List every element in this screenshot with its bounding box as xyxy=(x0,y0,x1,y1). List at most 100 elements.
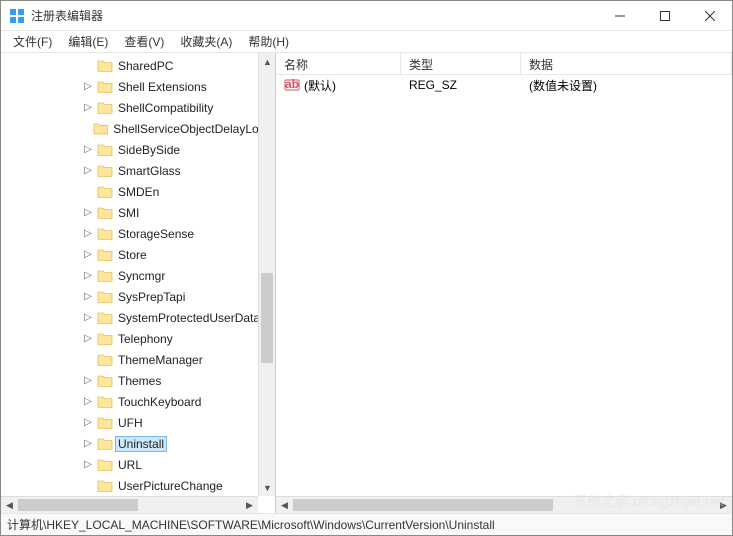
folder-icon xyxy=(97,163,113,179)
folder-icon xyxy=(97,289,113,305)
window-controls xyxy=(597,1,732,30)
tree-item[interactable]: ThemeManager xyxy=(1,349,275,370)
scroll-down-button[interactable]: ▼ xyxy=(259,479,276,496)
tree-label[interactable]: Shell Extensions xyxy=(115,79,210,95)
chevron-right-icon[interactable]: ▷ xyxy=(81,416,95,430)
tree-item[interactable]: ▷ SysPrepTapi xyxy=(1,286,275,307)
chevron-right-icon[interactable]: ▷ xyxy=(81,206,95,220)
tree-label[interactable]: SmartGlass xyxy=(115,163,184,179)
tree-label[interactable]: SysPrepTapi xyxy=(115,289,188,305)
chevron-right-icon[interactable]: ▷ xyxy=(81,437,95,451)
string-value-icon: ab xyxy=(284,77,300,93)
tree-label[interactable]: Telephony xyxy=(115,331,176,347)
tree-item[interactable]: ▷ URL xyxy=(1,454,275,475)
tree-item[interactable]: ▷ Syncmgr xyxy=(1,265,275,286)
tree-label[interactable]: StorageSense xyxy=(115,226,197,242)
scroll-left-button[interactable]: ◀ xyxy=(1,497,18,513)
main-content: SharedPC ▷ Shell Extensions ▷ ShellCompatibi… xyxy=(1,53,732,513)
maximize-button[interactable] xyxy=(642,1,687,30)
folder-icon xyxy=(97,478,113,494)
tree-item[interactable]: ▷ SideBySide xyxy=(1,139,275,160)
tree-label[interactable]: Themes xyxy=(115,373,164,389)
tree-item[interactable]: ShellServiceObjectDelayLoad xyxy=(1,118,275,139)
column-type[interactable]: 类型 xyxy=(401,53,521,74)
tree-item[interactable]: ▷ SmartGlass xyxy=(1,160,275,181)
scroll-up-button[interactable]: ▲ xyxy=(259,53,276,70)
tree-item[interactable]: ▷ Store xyxy=(1,244,275,265)
list-row[interactable]: ab(默认)REG_SZ(数值未设置) xyxy=(276,75,732,95)
tree-item[interactable]: SharedPC xyxy=(1,55,275,76)
tree-label[interactable]: ThemeManager xyxy=(115,352,206,368)
scroll-thumb-vertical[interactable] xyxy=(261,273,273,363)
menu-file[interactable]: 文件(F) xyxy=(5,31,60,52)
tree-item[interactable]: ▷ StorageSense xyxy=(1,223,275,244)
chevron-right-icon[interactable]: ▷ xyxy=(81,80,95,94)
tree-label[interactable]: UserPictureChange xyxy=(115,478,226,494)
tree-item[interactable]: SMDEn xyxy=(1,181,275,202)
column-name[interactable]: 名称 xyxy=(276,53,401,74)
tree-item[interactable]: ▷ SystemProtectedUserData xyxy=(1,307,275,328)
menu-help[interactable]: 帮助(H) xyxy=(240,31,297,52)
tree-item[interactable]: ▷ Telephony xyxy=(1,328,275,349)
folder-icon xyxy=(97,457,113,473)
menu-view[interactable]: 查看(V) xyxy=(116,31,172,52)
tree-item[interactable]: ▷ Themes xyxy=(1,370,275,391)
close-button[interactable] xyxy=(687,1,732,30)
chevron-right-icon[interactable]: ▷ xyxy=(81,311,95,325)
list-body[interactable]: ab(默认)REG_SZ(数值未设置) ◀ ▶ xyxy=(276,75,732,513)
tree-scrollbar-vertical[interactable]: ▲ ▼ xyxy=(258,53,275,496)
folder-icon xyxy=(97,310,113,326)
tree-label[interactable]: Store xyxy=(115,247,150,263)
chevron-right-icon[interactable]: ▷ xyxy=(81,290,95,304)
chevron-right-icon[interactable]: ▷ xyxy=(81,248,95,262)
chevron-right-icon[interactable]: ▷ xyxy=(81,143,95,157)
tree-label[interactable]: SharedPC xyxy=(115,58,176,74)
scroll-right-button[interactable]: ▶ xyxy=(241,497,258,513)
tree-label[interactable]: Uninstall xyxy=(115,436,167,452)
chevron-right-icon[interactable]: ▷ xyxy=(81,458,95,472)
tree-label[interactable]: Syncmgr xyxy=(115,268,168,284)
cell-data: (数值未设置) xyxy=(521,75,732,96)
chevron-right-icon[interactable]: ▷ xyxy=(81,164,95,178)
scroll-right-button[interactable]: ▶ xyxy=(715,497,732,513)
menu-edit[interactable]: 编辑(E) xyxy=(60,31,116,52)
tree-label[interactable]: ShellCompatibility xyxy=(115,100,216,116)
folder-icon xyxy=(97,205,113,221)
folder-icon xyxy=(97,184,113,200)
scroll-thumb-horizontal[interactable] xyxy=(18,499,138,511)
column-data[interactable]: 数据 xyxy=(521,53,732,74)
menu-favorites[interactable]: 收藏夹(A) xyxy=(172,31,240,52)
tree-label[interactable]: TouchKeyboard xyxy=(115,394,204,410)
chevron-right-icon[interactable]: ▷ xyxy=(81,101,95,115)
tree-item[interactable]: ▷ SMI xyxy=(1,202,275,223)
tree-item[interactable]: UserPictureChange xyxy=(1,475,275,496)
list-scrollbar-horizontal[interactable]: ◀ ▶ xyxy=(276,496,732,513)
tree-label[interactable]: SystemProtectedUserData xyxy=(115,310,263,326)
tree-content[interactable]: SharedPC ▷ Shell Extensions ▷ ShellCompatibi… xyxy=(1,53,275,513)
minimize-button[interactable] xyxy=(597,1,642,30)
folder-icon xyxy=(97,247,113,263)
scroll-thumb-horizontal[interactable] xyxy=(293,499,553,511)
tree-label[interactable]: ShellServiceObjectDelayLoad xyxy=(110,121,275,137)
tree-item[interactable]: ▷ Shell Extensions xyxy=(1,76,275,97)
tree-label[interactable]: SMI xyxy=(115,205,142,221)
tree-label[interactable]: URL xyxy=(115,457,145,473)
tree-item[interactable]: ▷ UFH xyxy=(1,412,275,433)
chevron-right-icon[interactable]: ▷ xyxy=(81,269,95,283)
menubar: 文件(F) 编辑(E) 查看(V) 收藏夹(A) 帮助(H) xyxy=(1,31,732,53)
tree-label[interactable]: SMDEn xyxy=(115,184,162,200)
folder-icon xyxy=(97,436,113,452)
chevron-right-icon[interactable]: ▷ xyxy=(81,374,95,388)
folder-icon xyxy=(97,415,113,431)
tree-label[interactable]: UFH xyxy=(115,415,146,431)
tree-item[interactable]: ▷ Uninstall xyxy=(1,433,275,454)
tree-scrollbar-horizontal[interactable]: ◀ ▶ xyxy=(1,496,258,513)
chevron-right-icon[interactable]: ▷ xyxy=(81,227,95,241)
list-pane: 名称 类型 数据 ab(默认)REG_SZ(数值未设置) ◀ ▶ xyxy=(276,53,732,513)
chevron-right-icon[interactable]: ▷ xyxy=(81,395,95,409)
tree-item[interactable]: ▷ TouchKeyboard xyxy=(1,391,275,412)
chevron-right-icon[interactable]: ▷ xyxy=(81,332,95,346)
scroll-left-button[interactable]: ◀ xyxy=(276,497,293,513)
tree-label[interactable]: SideBySide xyxy=(115,142,183,158)
tree-item[interactable]: ▷ ShellCompatibility xyxy=(1,97,275,118)
